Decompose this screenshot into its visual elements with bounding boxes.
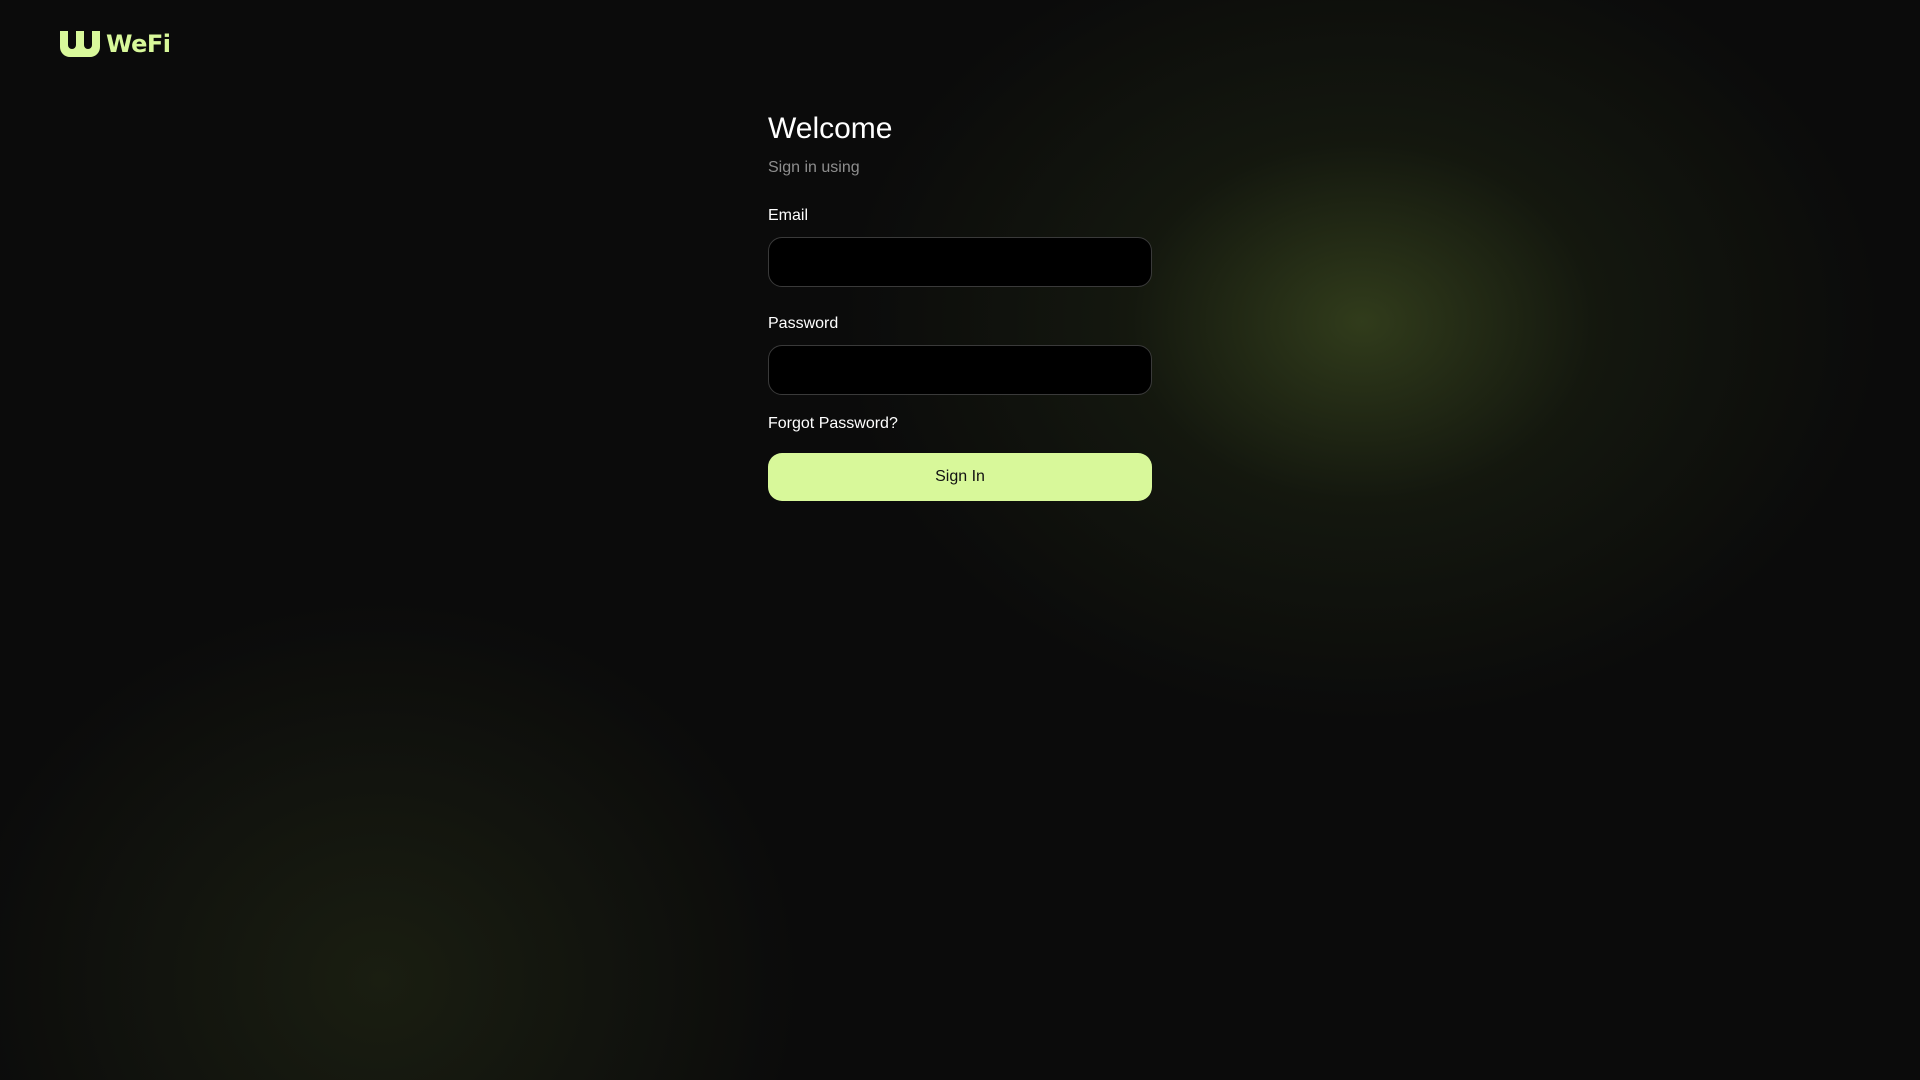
brand-logo[interactable]: WeFi [60, 30, 171, 58]
page-title: Welcome [768, 112, 893, 145]
sign-in-button[interactable]: Sign In [768, 453, 1152, 501]
sign-in-form: Welcome Sign in using Email Password For… [768, 108, 1152, 501]
email-field[interactable] [768, 237, 1152, 287]
password-label: Password [768, 315, 839, 332]
page-subtitle: Sign in using [768, 159, 860, 176]
brand-name: WeFi [106, 30, 171, 58]
password-field[interactable] [768, 345, 1152, 395]
forgot-password-link[interactable]: Forgot Password? [768, 414, 898, 434]
wefi-logo-icon [60, 31, 100, 57]
email-label: Email [768, 207, 809, 224]
